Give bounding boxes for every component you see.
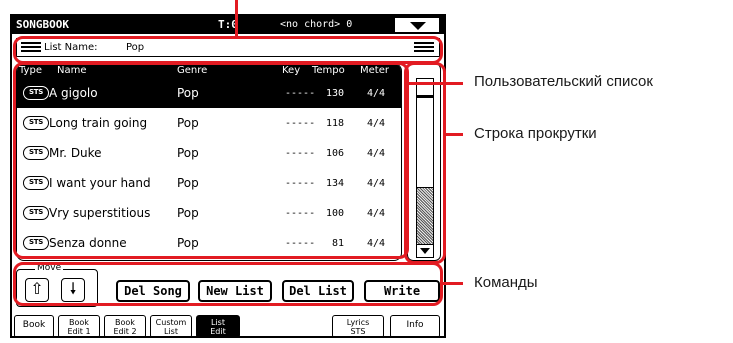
list-name-highlight	[13, 36, 443, 64]
list-name-pointer-line	[235, 0, 238, 36]
tab-lyrics-sts[interactable]: Lyrics STS	[332, 315, 384, 336]
user-list-highlight	[13, 62, 409, 259]
tab-book[interactable]: Book	[14, 315, 54, 336]
tab-bar: Book Book Edit 1 Book Edit 2 Custom List Li…	[12, 315, 444, 336]
tab-info[interactable]: Info	[390, 315, 440, 336]
callout-scroll-bar: Строка прокрутки	[474, 125, 597, 142]
callout-commands: Команды	[474, 274, 538, 291]
chevron-down-icon	[410, 22, 426, 30]
commands-highlight	[13, 262, 443, 306]
tab-list-edit[interactable]: List Edit	[196, 315, 240, 336]
title-bar: SONGBOOK T:0 <no chord> 0	[12, 16, 444, 34]
page-title: SONGBOOK	[16, 18, 69, 31]
user-list-pointer	[409, 82, 463, 85]
tab-book-edit-1[interactable]: Book Edit 1	[58, 315, 100, 336]
scrollbar-pointer	[446, 133, 463, 136]
tab-custom-list[interactable]: Custom List	[150, 315, 192, 336]
callout-user-list: Пользовательский список	[474, 73, 653, 90]
chord-readout: <no chord> 0	[280, 19, 353, 30]
scrollbar-highlight	[404, 62, 446, 264]
tab-book-edit-2[interactable]: Book Edit 2	[104, 315, 146, 336]
page-menu-button[interactable]	[394, 17, 440, 33]
commands-pointer	[443, 282, 463, 285]
